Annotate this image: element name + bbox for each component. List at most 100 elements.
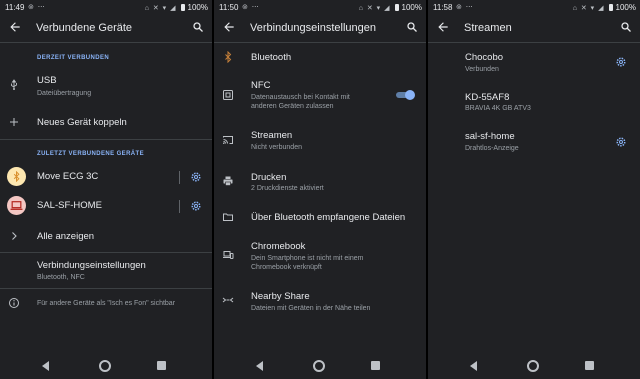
- nav-back-icon[interactable]: [256, 361, 263, 371]
- back-arrow-icon[interactable]: [436, 20, 450, 34]
- cast-device-name: Chocobo: [465, 52, 504, 63]
- device-name: SAL-SF-HOME: [37, 200, 102, 211]
- page-title: Streamen: [464, 22, 512, 34]
- battery-level: 100%: [187, 3, 208, 12]
- received-files-row[interactable]: Über Bluetooth empfangene Dateien: [214, 205, 426, 229]
- nav-home-icon[interactable]: [313, 360, 325, 372]
- show-all-label: Alle anzeigen: [37, 231, 95, 242]
- printing-title: Drucken: [251, 172, 287, 183]
- navigation-bar: [0, 353, 212, 379]
- battery-icon: [180, 4, 185, 11]
- back-arrow-icon[interactable]: [8, 20, 22, 34]
- visibility-footnote: Für andere Geräte als "Isch es Fon" sich…: [37, 300, 176, 307]
- nfc-subtitle: anderen Geräten zulassen: [251, 103, 334, 110]
- nfc-row[interactable]: NFC Datenaustausch bei Kontakt mit ander…: [214, 76, 426, 116]
- cast-device-name: sal-sf-home: [465, 131, 515, 142]
- recent-device-row[interactable]: SAL-SF-HOME: [0, 193, 212, 219]
- battery-icon: [394, 4, 399, 11]
- plus-icon: [10, 118, 18, 126]
- signal-icons: ⌂ ✕ ▾ ◢: [144, 4, 177, 12]
- gear-icon[interactable]: [190, 171, 202, 183]
- nearby-share-title: Nearby Share: [251, 291, 310, 302]
- show-all-row[interactable]: Alle anzeigen: [0, 223, 212, 249]
- navigation-bar: [428, 353, 640, 379]
- cast-subtitle: Nicht verbunden: [251, 144, 302, 151]
- bluetooth-label: Bluetooth: [251, 52, 292, 63]
- bluetooth-icon: [13, 171, 20, 182]
- gear-icon[interactable]: [190, 200, 202, 212]
- cast-device-status: Drahtlos-Anzeige: [465, 145, 519, 152]
- cast-device-row[interactable]: sal-sf-home Drahtlos-Anzeige: [428, 127, 640, 157]
- cast-device-status: Verbunden: [465, 66, 499, 73]
- chromebook-subtitle: Chromebook verknüpft: [251, 264, 322, 271]
- pair-new-device-row[interactable]: Neues Gerät koppeln: [0, 108, 212, 136]
- signal-icons: ⌂ ✕ ▾ ◢: [572, 4, 605, 12]
- nfc-title: NFC: [251, 80, 271, 91]
- status-bar: 11:58 ⊚ ⋯ ⌂ ✕ ▾ ◢ 100%: [428, 0, 640, 14]
- nav-recents-icon[interactable]: [371, 361, 380, 370]
- nav-recents-icon[interactable]: [157, 361, 166, 370]
- cast-device-row[interactable]: KD-55AF8 BRAVIA 4K GB ATV3: [428, 87, 640, 117]
- connection-preferences-subtitle: Bluetooth, NFC: [37, 274, 85, 281]
- nav-back-icon[interactable]: [470, 361, 477, 371]
- screen-cast: 11:58 ⊚ ⋯ ⌂ ✕ ▾ ◢ 100% Streamen Chocobo …: [428, 0, 640, 379]
- bluetooth-row[interactable]: Bluetooth: [214, 46, 426, 70]
- page-title: Verbundene Geräte: [36, 22, 133, 34]
- search-icon[interactable]: [192, 21, 204, 33]
- divider: [0, 139, 212, 140]
- cast-device-row[interactable]: Chocobo Verbunden: [428, 48, 640, 78]
- gear-icon[interactable]: [615, 56, 627, 68]
- status-time: 11:58: [433, 3, 453, 12]
- divider: [0, 252, 212, 253]
- nav-home-icon[interactable]: [99, 360, 111, 372]
- screen-connection-preferences: 11:50 ⊚ ⋯ ⌂ ✕ ▾ ◢ 100% Verbindungseinste…: [214, 0, 426, 379]
- cast-icon: [223, 136, 233, 144]
- search-icon[interactable]: [406, 21, 418, 33]
- printing-row[interactable]: Drucken 2 Druckdienste aktiviert: [214, 167, 426, 197]
- recent-device-row[interactable]: Move ECG 3C: [0, 164, 212, 190]
- divider: [0, 288, 212, 289]
- search-icon[interactable]: [620, 21, 632, 33]
- info-icon: [9, 298, 19, 308]
- page-title: Verbindungseinstellungen: [250, 22, 376, 34]
- notification-icons: ⊚ ⋯: [28, 4, 46, 11]
- usb-row[interactable]: USB Dateiübertragung: [0, 70, 212, 102]
- laptop-icon: [10, 201, 23, 210]
- bluetooth-icon: [225, 51, 232, 63]
- nearby-share-row[interactable]: Nearby Share Dateien mit Geräten in der …: [214, 286, 426, 318]
- separator: [179, 200, 180, 213]
- nfc-toggle[interactable]: [394, 89, 416, 101]
- printing-subtitle: 2 Druckdienste aktiviert: [251, 185, 324, 192]
- gear-icon[interactable]: [615, 136, 627, 148]
- cast-title: Streamen: [251, 130, 293, 141]
- chevron-right-icon: [12, 232, 17, 240]
- nav-back-icon[interactable]: [42, 361, 49, 371]
- device-avatar: [7, 196, 26, 215]
- nav-home-icon[interactable]: [527, 360, 539, 372]
- section-header-recent: ZULETZT VERBUNDENE GERÄTE: [37, 151, 145, 157]
- nfc-subtitle: Datenaustausch bei Kontakt mit: [251, 94, 350, 101]
- nfc-icon: [223, 90, 233, 100]
- usb-subtitle: Dateiübertragung: [37, 90, 92, 97]
- battery-level: 100%: [401, 3, 422, 12]
- connection-preferences-row[interactable]: Verbindungseinstellungen Bluetooth, NFC: [0, 255, 212, 285]
- battery-icon: [608, 4, 613, 11]
- chromebook-title: Chromebook: [251, 241, 306, 252]
- notification-icons: ⊚ ⋯: [242, 4, 260, 11]
- battery-level: 100%: [615, 3, 636, 12]
- chromebook-row[interactable]: Chromebook Dein Smartphone ist nicht mit…: [214, 236, 426, 276]
- toggle-thumb: [405, 90, 415, 100]
- cast-row[interactable]: Streamen Nicht verbunden: [214, 126, 426, 156]
- status-bar: 11:49 ⊚ ⋯ ⌂ ✕ ▾ ◢ 100%: [0, 0, 212, 14]
- status-bar: 11:50 ⊚ ⋯ ⌂ ✕ ▾ ◢ 100%: [214, 0, 426, 14]
- signal-icons: ⌂ ✕ ▾ ◢: [358, 4, 391, 12]
- app-bar: Streamen: [428, 14, 640, 43]
- cast-device-status: BRAVIA 4K GB ATV3: [465, 105, 531, 112]
- notification-icons: ⊚ ⋯: [456, 4, 474, 11]
- back-arrow-icon[interactable]: [222, 20, 236, 34]
- app-bar: Verbindungseinstellungen: [214, 14, 426, 43]
- nav-recents-icon[interactable]: [585, 361, 594, 370]
- device-avatar: [7, 167, 26, 186]
- navigation-bar: [214, 353, 426, 379]
- received-files-label: Über Bluetooth empfangene Dateien: [251, 212, 406, 223]
